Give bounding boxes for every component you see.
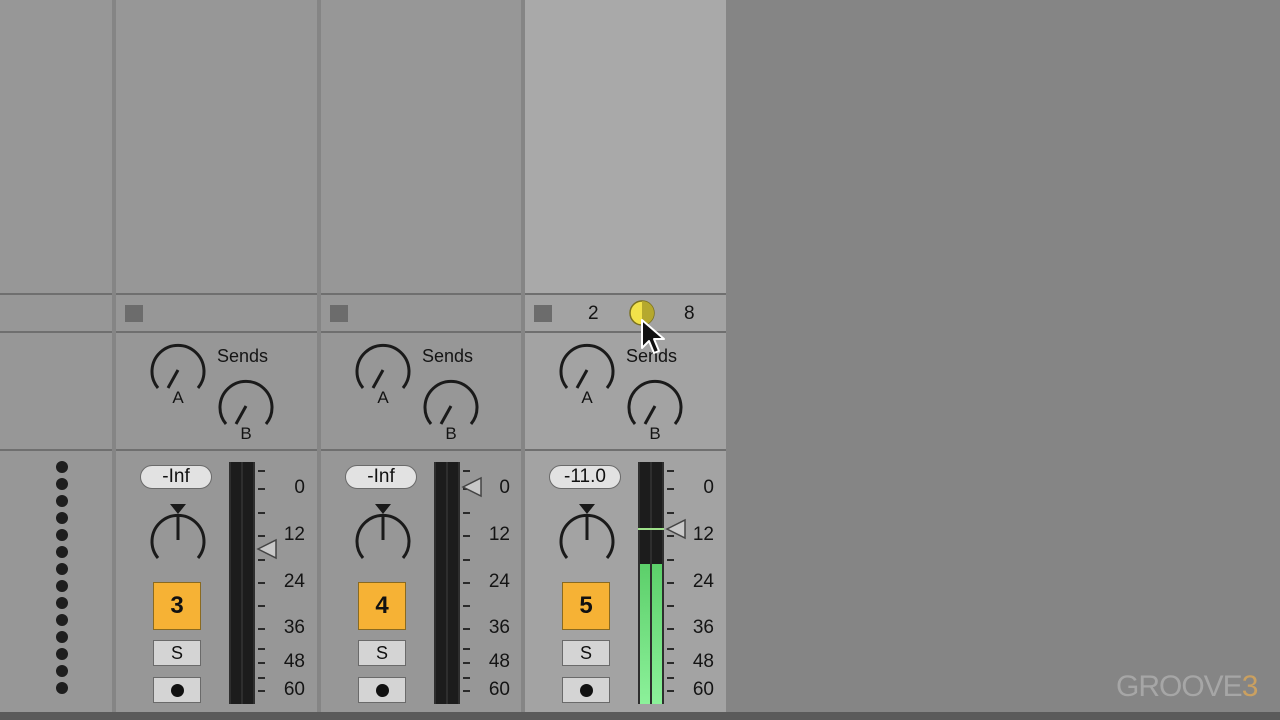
- meter-dot: [56, 495, 68, 507]
- send-b-knob[interactable]: B: [419, 376, 483, 446]
- meter-dot: [56, 478, 68, 490]
- divider: [0, 449, 112, 451]
- solo-button[interactable]: S: [358, 640, 406, 666]
- meter-dot: [56, 512, 68, 524]
- knob-label-b: B: [649, 424, 660, 443]
- bottom-bar: [0, 712, 1280, 720]
- meter-scale-label: 48: [692, 651, 714, 672]
- arm-button[interactable]: [358, 677, 406, 703]
- volume-display[interactable]: -11.0: [549, 465, 621, 489]
- pan-knob[interactable]: [146, 502, 210, 572]
- pan-knob[interactable]: [555, 502, 619, 572]
- groove3-watermark-logo: GROOVE3: [1116, 670, 1258, 703]
- send-a-knob[interactable]: A: [555, 340, 619, 410]
- track-activator-button[interactable]: 3: [153, 582, 201, 630]
- meter-fill: [640, 563, 650, 704]
- track-activator-button[interactable]: 5: [562, 582, 610, 630]
- divider: [321, 331, 521, 333]
- record-icon: [580, 684, 593, 697]
- meter-dot: [56, 580, 68, 592]
- clip-slot-area[interactable]: [321, 0, 521, 293]
- meter-scale-label: 60: [692, 679, 714, 700]
- meter-scale-label: 12: [692, 524, 714, 545]
- knob-label-b: B: [240, 424, 251, 443]
- divider: [525, 331, 726, 333]
- level-meter: [229, 462, 255, 704]
- meter-scale-label: 36: [283, 617, 305, 638]
- track-strip-4: A Sends B -Inf 4 S 0 12 24 36 48 60: [321, 0, 521, 712]
- meter-dot: [56, 631, 68, 643]
- solo-button[interactable]: S: [153, 640, 201, 666]
- volume-display[interactable]: -Inf: [345, 465, 417, 489]
- divider: [0, 331, 112, 333]
- divider: [0, 293, 112, 295]
- meter-dot: [56, 665, 68, 677]
- level-meter: [638, 462, 664, 704]
- divider: [116, 331, 317, 333]
- meter-dot: [56, 563, 68, 575]
- arm-button[interactable]: [153, 677, 201, 703]
- meter-scale-label: 24: [283, 571, 305, 592]
- meter-dot: [56, 597, 68, 609]
- meter-scale-label: 24: [488, 571, 510, 592]
- crossfade-right-label: 8: [684, 303, 695, 324]
- record-icon: [376, 684, 389, 697]
- clip-slot-area[interactable]: [0, 0, 112, 293]
- meter-scale-label: 12: [488, 524, 510, 545]
- meter-scale-label: 0: [294, 477, 305, 498]
- meter-scale-label: 48: [488, 651, 510, 672]
- meter-dot: [56, 461, 68, 473]
- solo-button[interactable]: S: [562, 640, 610, 666]
- sends-label: Sends: [217, 346, 269, 366]
- knob-label-a: A: [172, 388, 184, 407]
- sends-label: Sends: [422, 346, 474, 366]
- meter-dot: [56, 682, 68, 694]
- meter-scale-label: 36: [488, 617, 510, 638]
- meter-fill: [652, 563, 662, 704]
- peak-hold-line: [638, 528, 664, 530]
- divider: [116, 449, 317, 451]
- crossfade-left-label: 2: [588, 303, 599, 324]
- send-a-knob[interactable]: A: [351, 340, 415, 410]
- arm-button[interactable]: [562, 677, 610, 703]
- left-partial-strip: [0, 0, 112, 712]
- knob-label-a: A: [581, 388, 593, 407]
- clip-stop-button[interactable]: [125, 305, 143, 322]
- meter-dot: [56, 546, 68, 558]
- meter-scale-label: 12: [283, 524, 305, 545]
- mixer-view: A Sends B -Inf 3 S 0 12 24 36 48 60 A Se…: [0, 0, 1280, 720]
- level-meter: [434, 462, 460, 704]
- divider: [116, 293, 317, 295]
- meter-scale-label: 0: [499, 477, 510, 498]
- knob-label-b: B: [445, 424, 456, 443]
- divider: [321, 293, 521, 295]
- clip-slot-area[interactable]: [525, 0, 726, 293]
- track-strip-5: 2 8 A Sends B -11.0 5 S 0 12 24 36 48 60: [525, 0, 726, 712]
- pan-knob[interactable]: [351, 502, 415, 572]
- divider: [525, 449, 726, 451]
- meter-dot: [56, 529, 68, 541]
- clip-stop-button[interactable]: [330, 305, 348, 322]
- clip-slot-area[interactable]: [116, 0, 317, 293]
- meter-scale-label: 24: [692, 571, 714, 592]
- meter-dot: [56, 648, 68, 660]
- divider: [525, 293, 726, 295]
- meter-scale-label: 60: [283, 679, 305, 700]
- mouse-cursor-icon: [641, 319, 665, 354]
- record-icon: [171, 684, 184, 697]
- track-activator-button[interactable]: 4: [358, 582, 406, 630]
- divider: [321, 449, 521, 451]
- knob-label-a: A: [377, 388, 389, 407]
- meter-scale-label: 60: [488, 679, 510, 700]
- clip-stop-button[interactable]: [534, 305, 552, 322]
- meter-scale-label: 0: [703, 477, 714, 498]
- send-a-knob[interactable]: A: [146, 340, 210, 410]
- meter-scale-label: 36: [692, 617, 714, 638]
- meter-scale-label: 48: [283, 651, 305, 672]
- send-b-knob[interactable]: B: [214, 376, 278, 446]
- track-strip-3: A Sends B -Inf 3 S 0 12 24 36 48 60: [116, 0, 317, 712]
- meter-dot: [56, 614, 68, 626]
- volume-display[interactable]: -Inf: [140, 465, 212, 489]
- send-b-knob[interactable]: B: [623, 376, 687, 446]
